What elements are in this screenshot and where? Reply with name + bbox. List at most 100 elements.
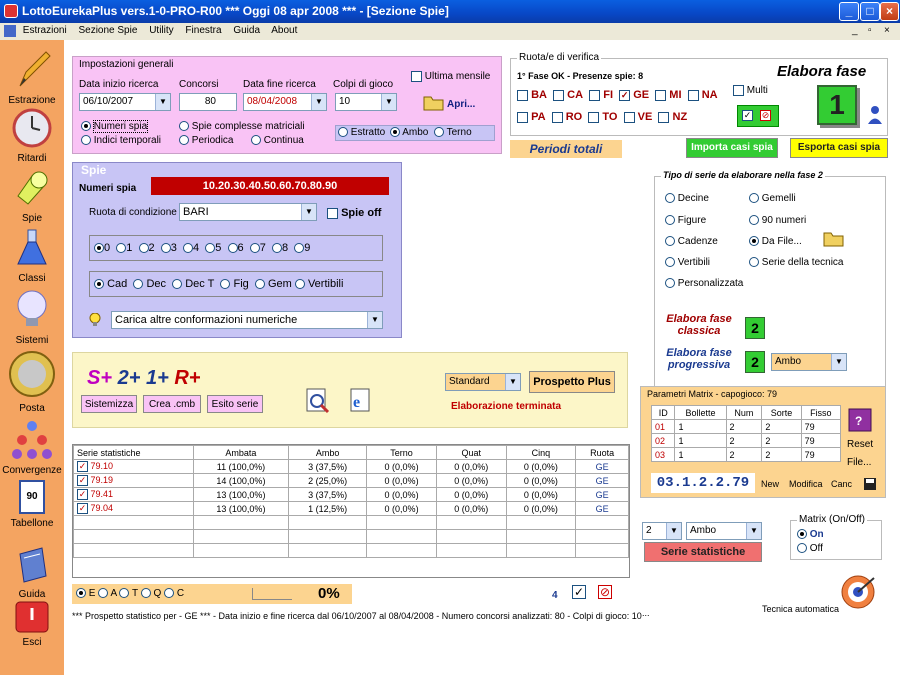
type-dec-t[interactable]: Dec T [172, 278, 214, 290]
sidebar-item-sistemi[interactable]: Sistemi [0, 288, 64, 346]
confirm-checkbox[interactable]: ✓ [572, 585, 586, 599]
wheel-na[interactable]: NA [687, 89, 718, 101]
radio-numeri-spia[interactable]: Numeri spia [81, 120, 149, 133]
radio-spie-complesse[interactable]: Spie complesse matriciali [179, 121, 305, 132]
esito-serie-button[interactable]: Esito serie [207, 395, 263, 413]
internet-explorer-icon[interactable]: e [345, 387, 373, 415]
apri-link[interactable]: Apri... [447, 99, 475, 110]
radio-ambo[interactable]: Ambo [390, 127, 428, 138]
end-date-picker[interactable]: 08/04/2008 ▼ [243, 93, 327, 111]
sidebar-item-ritardi[interactable]: Ritardi [0, 106, 64, 164]
book-icon[interactable]: ? [845, 405, 875, 435]
mdi-minimize[interactable]: _ [852, 23, 858, 39]
table-row[interactable]: ✓ 79.19 14 (100,0%) 2 (25,0%) 0 (0,0%) 0 (0,… [73, 473, 629, 488]
wheel-mi[interactable]: MI [655, 89, 682, 101]
type-gem[interactable]: Gem [254, 278, 292, 290]
matrix-canc-link[interactable]: Canc [831, 479, 852, 489]
importa-casi-spia-button[interactable]: Importa casi spia [686, 138, 778, 158]
digit-7[interactable]: 7 [249, 242, 266, 254]
menu-guida[interactable]: Guida [233, 25, 260, 36]
digit-5[interactable]: 5 [205, 242, 221, 254]
menu-finestra[interactable]: Finestra [185, 25, 221, 36]
tipo-serie-tecnica[interactable]: Serie della tecnica [749, 257, 844, 268]
filter-c[interactable]: C [164, 588, 184, 599]
matrix-table[interactable]: ID Bollette Num Sorte Fisso 01 1 2 2 79 02 1 2 2 79 … [650, 405, 842, 462]
table-row[interactable]: ✓ 79.10 11 (100,0%) 3 (37,5%) 0 (0,0%) 0 (0,… [73, 459, 629, 474]
folder-open-icon[interactable] [823, 229, 845, 247]
crea-cmb-button[interactable]: Crea .cmb [143, 395, 201, 413]
check-all-button[interactable]: ✓ [742, 110, 753, 121]
spie-off-checkbox[interactable]: Spie off [327, 207, 381, 219]
matrix-code-field[interactable]: 03.1.2.2.79 [651, 473, 755, 493]
filter-e[interactable]: E [76, 588, 95, 599]
wheel-fi[interactable]: FI [589, 89, 613, 101]
matrix-off-radio[interactable]: Off [797, 543, 823, 554]
tipo-decine[interactable]: Decine [665, 193, 709, 204]
matrix-modifica-link[interactable]: Modifica [789, 479, 823, 489]
row-checkbox[interactable]: ✓ [77, 503, 88, 515]
sidebar-item-estrazione[interactable]: Estrazione [0, 48, 64, 106]
digit-0[interactable]: 0 [94, 242, 110, 254]
radio-continua[interactable]: Continua [251, 135, 304, 146]
matrix-on-radio[interactable]: On [797, 529, 824, 540]
digit-8[interactable]: 8 [272, 242, 288, 254]
search-document-icon[interactable] [303, 387, 331, 415]
serie-num-select[interactable]: 2 ▼ [642, 522, 682, 540]
serie-sorte-select[interactable]: Ambo ▼ [686, 522, 762, 540]
serie-statistiche-button[interactable]: Serie statistiche [644, 542, 762, 562]
tipo-gemelli[interactable]: Gemelli [749, 193, 796, 204]
row-checkbox[interactable]: ✓ [77, 475, 88, 487]
digit-9[interactable]: 9 [294, 242, 310, 254]
menu-estrazioni[interactable]: Estrazioni [23, 25, 67, 36]
numeri-spia-field[interactable]: 10.20.30.40.50.60.70.80.90 [151, 177, 389, 195]
sidebar-item-convergenze[interactable]: Convergenze [0, 418, 64, 476]
wheel-pa[interactable]: PA [517, 111, 546, 123]
menu-utility[interactable]: Utility [149, 25, 173, 36]
carica-conformazioni-select[interactable]: Carica altre conformazioni numeriche ▼ [111, 311, 383, 329]
close-button[interactable]: × [880, 2, 899, 21]
filter-a[interactable]: A [98, 588, 117, 599]
folder-open-icon[interactable] [423, 93, 445, 111]
elabora-classica-button[interactable]: 2 [745, 317, 765, 339]
tecnica-automatica-label[interactable]: Tecnica automatica [762, 604, 839, 614]
ruota-condizione-select[interactable]: BARI ▼ [179, 203, 317, 221]
filter-t[interactable]: T [119, 588, 138, 599]
cancel-button[interactable]: ⊘ [598, 585, 612, 599]
type-vertibili[interactable]: Vertibili [294, 278, 343, 290]
maximize-button[interactable]: □ [860, 2, 880, 21]
table-row[interactable]: ✓ 79.41 13 (100,0%) 3 (37,5%) 0 (0,0%) 0 (0,… [73, 487, 629, 502]
prospetto-plus-button[interactable]: Prospetto Plus [529, 371, 615, 393]
digit-2[interactable]: 2 [138, 242, 155, 254]
type-dec[interactable]: Dec [133, 278, 166, 290]
ultima-mensile-checkbox[interactable] [411, 71, 422, 82]
table-row[interactable]: 03 1 2 2 79 [650, 447, 842, 462]
esporta-casi-spia-button[interactable]: Esporta casi spia [790, 138, 888, 158]
minimize-button[interactable]: _ [839, 2, 859, 21]
digit-6[interactable]: 6 [227, 242, 244, 254]
stats-table[interactable]: Serie statistiche Ambata Ambo Terno Quat Cinq… [73, 445, 629, 558]
file-link[interactable]: File... [847, 457, 871, 468]
type-fig[interactable]: Fig [220, 278, 249, 290]
standard-select[interactable]: Standard ▼ [445, 373, 521, 391]
sidebar-item-classi[interactable]: Classi [0, 226, 64, 284]
elabora-progressiva-button[interactable]: 2 [745, 351, 765, 373]
matrix-new-link[interactable]: New [761, 479, 779, 489]
mdi-close[interactable]: × [884, 23, 890, 39]
digit-3[interactable]: 3 [160, 242, 177, 254]
sidebar-item-posta[interactable]: Posta [0, 350, 64, 414]
wheel-to[interactable]: TO [588, 111, 617, 123]
elabora-fase1-button[interactable]: 1 [817, 85, 857, 125]
sistemizza-button[interactable]: Sistemizza [81, 395, 137, 413]
wheel-ve[interactable]: VE [623, 111, 652, 123]
tipo-da-file[interactable]: Da File... [749, 236, 802, 247]
wheel-ca[interactable]: CA [553, 89, 583, 101]
mdi-restore[interactable]: ▫ [868, 23, 872, 39]
table-row[interactable]: 01 1 2 2 79 [650, 419, 842, 434]
menu-sezione-spie[interactable]: Sezione Spie [78, 25, 137, 36]
multi-checkbox[interactable]: Multi [733, 85, 768, 96]
concorsi-input[interactable]: 80 [179, 93, 237, 111]
reset-link[interactable]: Reset [847, 439, 873, 450]
wheel-nz[interactable]: NZ [658, 111, 687, 123]
wheel-ba[interactable]: BA [517, 89, 547, 101]
tipo-figure[interactable]: Figure [665, 215, 706, 226]
